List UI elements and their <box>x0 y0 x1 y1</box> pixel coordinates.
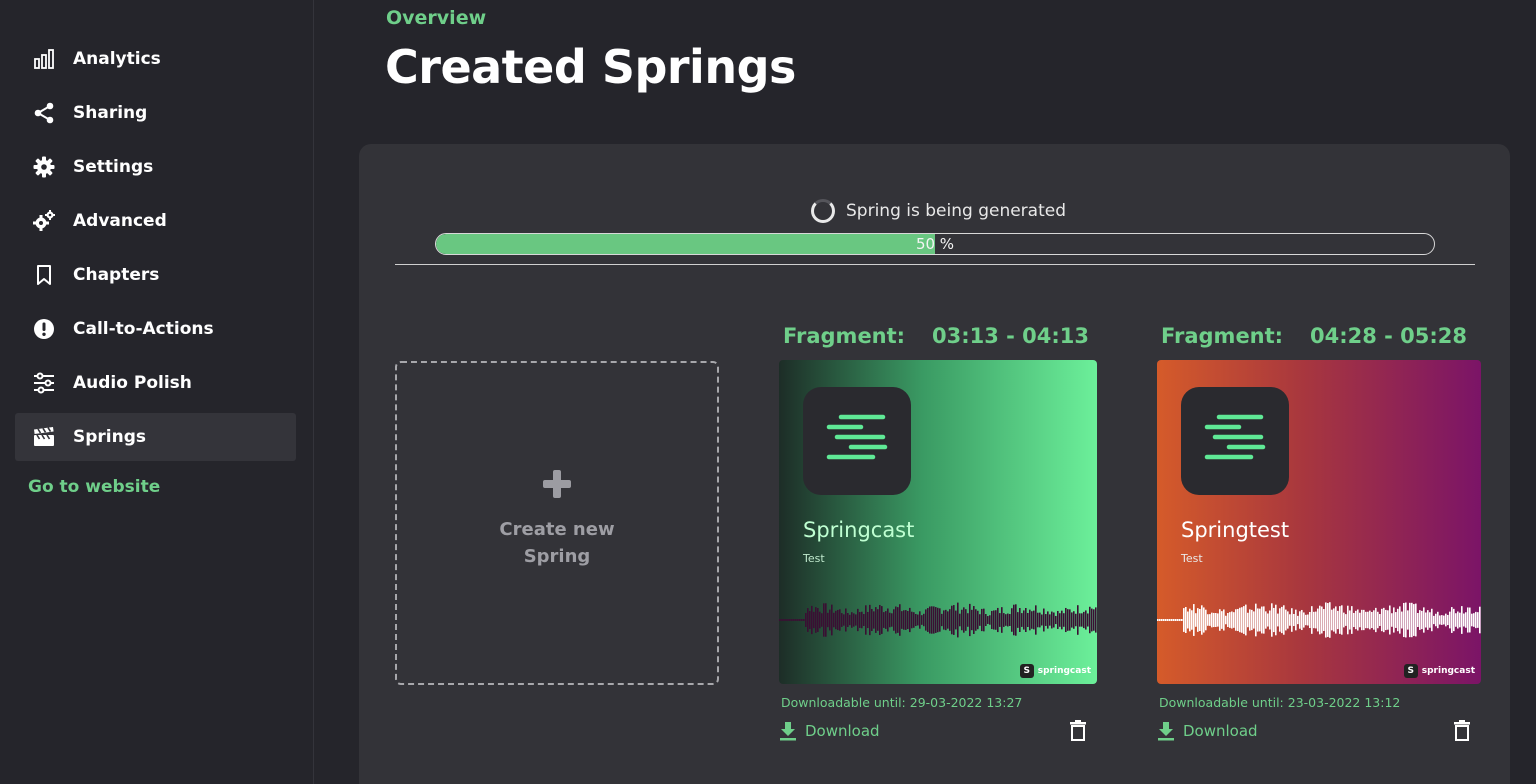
sidebar-item-label: Advanced <box>73 211 167 231</box>
springcast-app-icon <box>803 387 911 495</box>
status-text: Spring is being generated <box>846 201 1066 221</box>
springcast-logo-icon: S <box>1403 664 1418 678</box>
fragment-header: Fragment: 04:28 - 05:28 <box>1157 320 1477 352</box>
sliders-icon <box>33 372 55 394</box>
progress-text: 50 % <box>915 235 955 253</box>
downloadable-until: Downloadable until: 23-03-2022 13:12 <box>1159 695 1401 710</box>
trash-icon[interactable] <box>1453 720 1471 746</box>
fragment-cover[interactable]: Springcast Test S springcast <box>779 360 1097 684</box>
plus-icon <box>543 470 571 498</box>
fragment-time: 03:13 - 04:13 <box>931 324 1089 348</box>
download-icon <box>1158 722 1174 741</box>
sidebar-item-label: Call-to-Actions <box>73 319 214 339</box>
spinner-icon <box>811 199 835 223</box>
create-new-spring-button[interactable]: Create new Spring <box>395 361 719 685</box>
progress-bar: 50 % <box>435 233 1435 255</box>
bookmark-icon <box>33 264 55 286</box>
sidebar-item-advanced[interactable]: Advanced <box>15 197 296 245</box>
sidebar: Analytics Sharing Settings Advanced Chap… <box>0 0 314 784</box>
sidebar-item-label: Audio Polish <box>73 373 192 393</box>
springcast-logo-icon: S <box>1019 664 1034 678</box>
sidebar-item-sharing[interactable]: Sharing <box>15 89 296 137</box>
download-button[interactable]: Download <box>779 721 880 741</box>
springcast-app-icon <box>1181 387 1289 495</box>
brand-name: springcast <box>1037 666 1091 676</box>
go-to-website-link[interactable]: Go to website <box>28 477 160 497</box>
fragment-label: Fragment: <box>1161 324 1284 348</box>
create-label: Create new Spring <box>499 519 615 567</box>
fragment-cover[interactable]: Springtest Test S springcast <box>1157 360 1481 684</box>
breadcrumb: Overview <box>386 7 487 29</box>
fragment-time: 04:28 - 05:28 <box>1309 324 1467 348</box>
fragment-header: Fragment: 03:13 - 04:13 <box>779 320 1099 352</box>
generation-status: Spring is being generated <box>811 198 1066 224</box>
clapperboard-icon <box>33 426 55 448</box>
downloadable-until: Downloadable until: 29-03-2022 13:27 <box>781 695 1023 710</box>
sidebar-item-springs[interactable]: Springs <box>15 413 296 461</box>
cover-title: Springtest <box>1181 518 1290 542</box>
gears-icon <box>33 210 55 232</box>
gear-icon <box>33 156 55 178</box>
brand-badge: S springcast <box>1403 664 1475 678</box>
fragment-card: Fragment: 03:13 - 04:13 Springcast Test … <box>779 320 1099 741</box>
sidebar-item-label: Chapters <box>73 265 160 285</box>
sidebar-item-settings[interactable]: Settings <box>15 143 296 191</box>
brand-badge: S springcast <box>1019 664 1091 678</box>
fragment-label: Fragment: <box>783 324 906 348</box>
sidebar-item-analytics[interactable]: Analytics <box>15 35 296 83</box>
cover-subtitle: Test <box>1181 552 1203 565</box>
trash-icon[interactable] <box>1069 720 1087 746</box>
brand-name: springcast <box>1421 666 1475 676</box>
sidebar-item-label: Sharing <box>73 103 148 123</box>
waveform <box>779 602 1097 638</box>
fragment-card: Fragment: 04:28 - 05:28 Springtest Test … <box>1157 320 1481 741</box>
cover-title: Springcast <box>803 518 915 542</box>
download-icon <box>780 722 796 741</box>
sidebar-item-call-to-actions[interactable]: Call-to-Actions <box>15 305 296 353</box>
bar-chart-icon <box>33 48 55 70</box>
sidebar-item-chapters[interactable]: Chapters <box>15 251 296 299</box>
page-title: Created Springs <box>385 40 796 94</box>
springs-panel: Spring is being generated 50 % Create ne… <box>359 144 1510 784</box>
divider <box>395 264 1475 265</box>
sidebar-item-label: Analytics <box>73 49 161 69</box>
share-icon <box>33 102 55 124</box>
exclamation-icon <box>33 318 55 340</box>
download-button[interactable]: Download <box>1157 721 1258 741</box>
sidebar-item-label: Settings <box>73 157 154 177</box>
cover-subtitle: Test <box>803 552 825 565</box>
waveform <box>1157 602 1481 638</box>
sidebar-item-audio-polish[interactable]: Audio Polish <box>15 359 296 407</box>
sidebar-item-label: Springs <box>73 427 147 447</box>
